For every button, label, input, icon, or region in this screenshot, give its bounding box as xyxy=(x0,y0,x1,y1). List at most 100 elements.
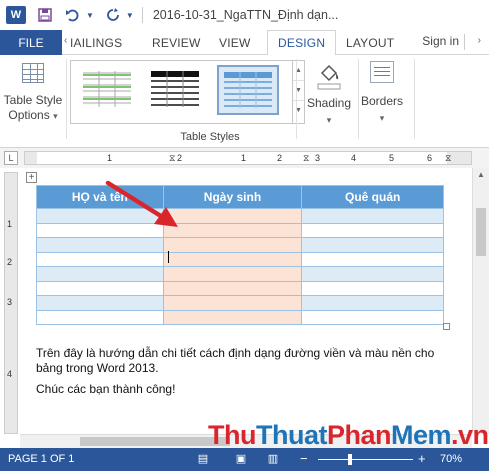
table-cell[interactable] xyxy=(301,237,444,253)
vruler-number: 4 xyxy=(7,369,13,379)
table-cell[interactable] xyxy=(162,266,303,282)
table-cell[interactable] xyxy=(301,223,444,238)
table-style-options-label: Table Style Options ▾ xyxy=(2,93,64,124)
ruler-number: 5 xyxy=(389,153,395,163)
scroll-thumb[interactable] xyxy=(476,208,486,256)
table-cell[interactable] xyxy=(301,208,444,224)
vruler-number: 3 xyxy=(7,297,13,307)
table-header-cell[interactable]: HỌ và tên xyxy=(36,185,164,209)
borders-label: Borders ▾ xyxy=(356,93,408,126)
status-bar: PAGE 1 OF 1 ▤ ▣ ▥ − + 70% xyxy=(0,448,489,471)
table-styles-gallery: ▲ ▼ ▼ xyxy=(70,60,305,124)
tab-view[interactable]: VIEW xyxy=(219,30,250,55)
table-cell[interactable] xyxy=(36,266,164,282)
table-cell[interactable] xyxy=(36,281,164,296)
table-cell[interactable] xyxy=(162,310,303,325)
ribbon-tabs: FILE ‹ IAILINGS REVIEW VIEW DESIGN LAYOU… xyxy=(0,30,489,56)
table-row xyxy=(36,281,444,296)
print-layout-icon[interactable]: ▣ xyxy=(234,452,248,466)
vertical-scrollbar[interactable]: ▲ xyxy=(472,168,489,434)
ruler-number: 3 xyxy=(315,153,321,163)
tab-selector-icon[interactable]: L xyxy=(4,151,18,165)
vertical-ruler[interactable]: 1 2 3 4 xyxy=(4,172,18,434)
table-move-handle-icon[interactable]: + xyxy=(26,172,37,183)
watermark-part: Thu xyxy=(208,420,256,450)
table-header-cell[interactable]: Quê quán xyxy=(301,185,444,209)
zoom-slider-handle[interactable] xyxy=(348,454,352,465)
save-icon[interactable] xyxy=(36,6,54,24)
chevron-down-icon: ▾ xyxy=(379,113,385,123)
table-cell[interactable] xyxy=(301,310,444,325)
table-cell[interactable] xyxy=(162,295,303,311)
text-cursor xyxy=(168,251,169,263)
ruler-indent-marker[interactable]: ⧖ xyxy=(169,152,175,164)
paragraph-1-line-2: bảng trong Word 2013. xyxy=(36,361,159,375)
table-style-blue-selected[interactable] xyxy=(217,65,279,115)
ruler-column-marker[interactable]: ⧖ xyxy=(303,152,309,164)
watermark-logo: ThuThuatPhanMem.vn xyxy=(208,420,489,451)
table-cell[interactable] xyxy=(301,266,444,282)
watermark-part: Mem xyxy=(391,420,452,450)
ruler-number: 2 xyxy=(177,153,183,163)
sign-in-link[interactable]: Sign in xyxy=(422,34,459,48)
watermark-part: Thuat xyxy=(255,420,328,450)
ruler-right-marker[interactable]: ⧖ xyxy=(445,152,451,164)
zoom-out-icon[interactable]: − xyxy=(300,451,308,466)
zoom-level[interactable]: 70% xyxy=(440,453,462,465)
table-cell[interactable] xyxy=(36,237,164,253)
web-layout-icon[interactable]: ▥ xyxy=(266,452,280,466)
vruler-number: 2 xyxy=(7,257,13,267)
table-cell[interactable] xyxy=(301,295,444,311)
table-cell[interactable] xyxy=(301,281,444,296)
tab-mailings[interactable]: IAILINGS xyxy=(70,30,122,55)
watermark-part: .vn xyxy=(451,420,489,450)
undo-dropdown-icon[interactable]: ▼ xyxy=(86,11,94,20)
ribbon-separator xyxy=(66,59,67,139)
tab-layout[interactable]: LAYOUT xyxy=(346,30,394,55)
shading-text: Shading xyxy=(306,96,352,110)
table-cell[interactable] xyxy=(36,252,164,267)
table-cell[interactable] xyxy=(162,281,303,296)
tab-design[interactable]: DESIGN xyxy=(267,30,337,56)
redo-icon[interactable] xyxy=(104,6,122,24)
tabs-scroll-right-icon[interactable]: › xyxy=(478,35,481,46)
table-resize-handle[interactable] xyxy=(443,323,450,330)
ruler-number: 1 xyxy=(241,153,247,163)
ribbon-design: Table Style Options ▾ ▲ ▼ ▼ Table Styles… xyxy=(0,55,489,148)
tabs-scroll-left-icon[interactable]: ‹ xyxy=(64,35,67,46)
page-count[interactable]: PAGE 1 OF 1 xyxy=(8,453,74,465)
table-row xyxy=(36,252,444,267)
paragraph-2[interactable]: Chúc các bạn thành công! xyxy=(36,382,175,397)
table-cell[interactable] xyxy=(36,223,164,238)
scroll-up-icon[interactable]: ▲ xyxy=(477,170,485,179)
vruler-number: 1 xyxy=(7,219,13,229)
word-app-icon[interactable]: W xyxy=(6,6,26,24)
table-cell[interactable] xyxy=(162,223,303,238)
paragraph-1[interactable]: Trên đây là hướng dẫn chi tiết cách định… xyxy=(36,346,446,376)
tab-review[interactable]: REVIEW xyxy=(152,30,201,55)
table-cell[interactable] xyxy=(301,252,444,267)
table-cell[interactable] xyxy=(36,208,164,224)
tso-line2: Options xyxy=(8,108,50,122)
undo-icon[interactable] xyxy=(64,6,82,24)
table-cell[interactable] xyxy=(162,208,303,224)
read-mode-icon[interactable]: ▤ xyxy=(196,452,210,466)
paint-bucket-icon xyxy=(316,61,341,91)
table-style-dark[interactable] xyxy=(147,67,203,111)
table-cell[interactable] xyxy=(36,310,164,325)
document-title: 2016-10-31_NgaTTN_Định dạn... xyxy=(152,8,339,22)
chevron-down-icon: ▾ xyxy=(53,111,58,121)
ruler-number: 6 xyxy=(427,153,433,163)
zoom-in-icon[interactable]: + xyxy=(418,451,426,466)
table-cell[interactable] xyxy=(162,237,303,253)
zoom-slider[interactable] xyxy=(318,459,413,460)
document-table[interactable]: HỌ và tên Ngày sinh Quê quán xyxy=(36,185,444,325)
tab-file[interactable]: FILE xyxy=(0,30,62,55)
horizontal-ruler[interactable]: 1 ⧖ 2 1 2 ⧖ 3 4 5 6 ⧖ xyxy=(24,151,472,165)
table-style-plain[interactable] xyxy=(79,67,135,111)
table-cell[interactable] xyxy=(162,252,303,267)
gallery-up-icon[interactable]: ▲ xyxy=(293,61,304,81)
table-header-cell[interactable]: Ngày sinh xyxy=(162,185,303,209)
table-cell[interactable] xyxy=(36,295,164,311)
customize-qat-icon[interactable]: ▼ xyxy=(126,11,134,20)
